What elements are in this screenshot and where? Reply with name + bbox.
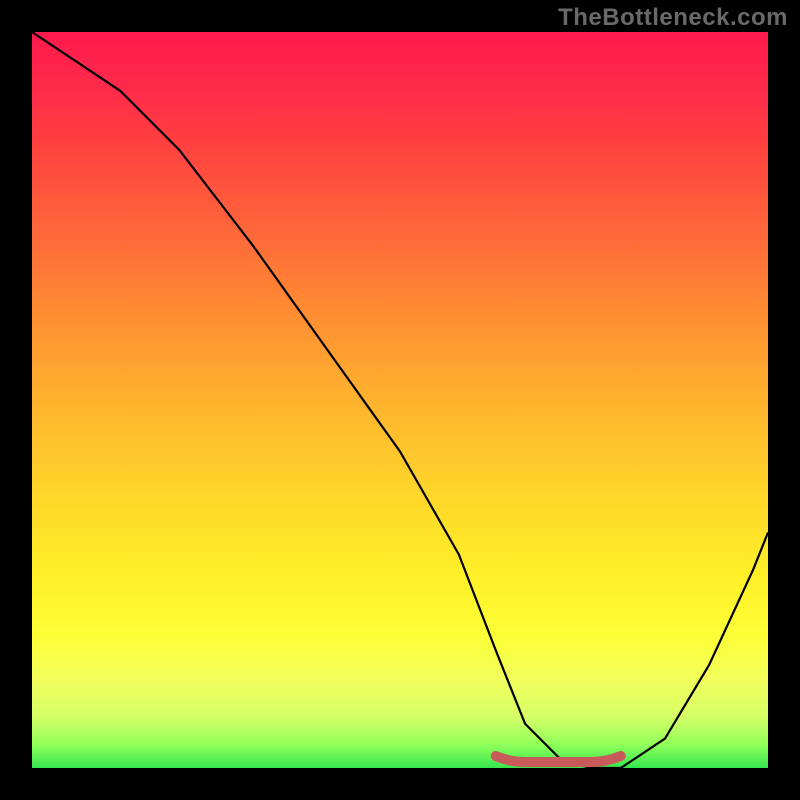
chart-container: TheBottleneck.com: [0, 0, 800, 800]
watermark-text: TheBottleneck.com: [558, 4, 788, 32]
bottleneck-curve: [32, 32, 768, 768]
plot-area: [32, 32, 768, 768]
curve-svg: [32, 32, 768, 768]
